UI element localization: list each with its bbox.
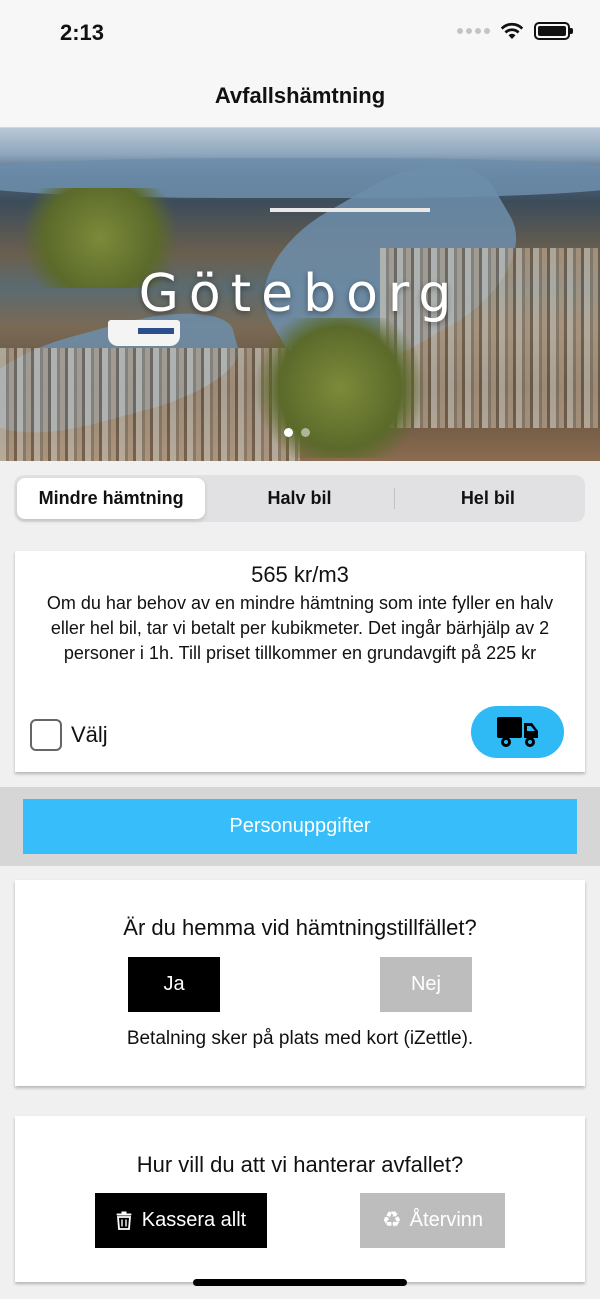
status-bar: 2:13	[0, 0, 600, 66]
offer-description: Om du har behov av en mindre hämtning so…	[46, 593, 554, 663]
recycle-button[interactable]: ♻ Återvinn	[360, 1193, 505, 1248]
signal-icon	[457, 28, 490, 34]
discard-all-label: Kassera allt	[141, 1209, 247, 1231]
offer-card: 565 kr/m3 Om du har behov av en mindre h…	[15, 551, 585, 772]
segment-mindre-hamtning[interactable]: Mindre hämtning	[17, 478, 206, 519]
truck-icon	[496, 717, 538, 747]
discard-all-button[interactable]: Kassera allt	[95, 1193, 267, 1248]
recycle-icon: ♻	[381, 1208, 402, 1233]
home-question: Är du hemma vid hämtningstillfället?	[123, 915, 477, 940]
battery-icon	[534, 22, 573, 40]
carousel-pager[interactable]	[284, 428, 310, 437]
trash-icon	[116, 1211, 132, 1230]
wifi-icon	[500, 22, 524, 39]
hero-city-name: Göteborg	[138, 264, 462, 324]
navigation-bar: Avfallshämtning	[0, 66, 600, 128]
waste-question: Hur vill du att vi hanterar avfallet?	[136, 1152, 464, 1177]
offer-price: 565 kr/m3	[251, 562, 349, 587]
pager-dot[interactable]	[301, 428, 310, 437]
choose-label: Välj	[71, 722, 108, 747]
personal-info-band: Personuppgifter	[0, 787, 600, 866]
payment-note: Betalning sker på plats med kort (iZettl…	[126, 1028, 474, 1049]
pager-dot-active[interactable]	[284, 428, 293, 437]
waste-question-card: Hur vill du att vi hanterar avfallet? Ka…	[15, 1116, 585, 1282]
personal-info-button[interactable]: Personuppgifter	[23, 799, 577, 854]
yes-button[interactable]: Ja	[128, 957, 220, 1012]
status-icons	[457, 22, 573, 40]
yes-no-group: Ja Nej	[15, 957, 585, 1013]
recycle-label: Återvinn	[409, 1209, 484, 1231]
no-button[interactable]: Nej	[380, 957, 472, 1012]
page-title: Avfallshämtning	[214, 83, 386, 108]
segment-halv-bil[interactable]: Halv bil	[205, 478, 393, 519]
home-indicator[interactable]	[193, 1279, 407, 1286]
home-question-card: Är du hemma vid hämtningstillfället? Ja …	[15, 880, 585, 1086]
choose-option[interactable]: Välj	[30, 719, 108, 751]
hero-carousel[interactable]: Göteborg	[0, 128, 600, 461]
truck-button[interactable]	[471, 706, 564, 758]
choose-checkbox[interactable]	[30, 719, 62, 751]
segment-hel-bil[interactable]: Hel bil	[393, 478, 582, 519]
status-time: 2:13	[60, 20, 105, 45]
pickup-type-segmented-control[interactable]: Mindre hämtning Halv bil Hel bil	[14, 475, 585, 522]
